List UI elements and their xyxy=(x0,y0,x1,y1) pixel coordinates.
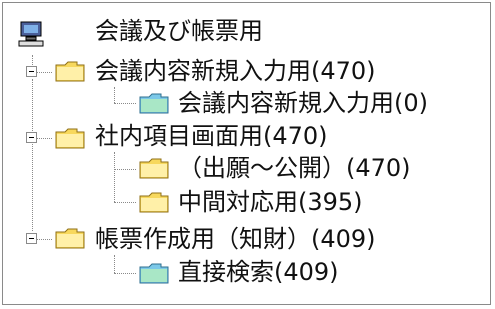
folder-special-icon xyxy=(139,261,169,285)
tree-child-4-label[interactable]: 直接検索(409) xyxy=(178,258,339,286)
collapse-toggle-node2[interactable] xyxy=(26,132,37,143)
tree-connector xyxy=(114,273,136,274)
tree-node-2-label[interactable]: 社内項目画面用(470) xyxy=(95,122,328,150)
tree-node-3-label[interactable]: 帳票作成用（知財）(409) xyxy=(95,225,376,253)
computer-icon xyxy=(17,20,45,48)
tree-child-1-label[interactable]: 会議内容新規入力用(0) xyxy=(178,89,428,117)
collapse-toggle-node1[interactable] xyxy=(26,66,37,77)
folder-icon xyxy=(55,59,85,83)
tree-connector xyxy=(37,72,52,73)
tree-root-label[interactable]: 会議及び帳票用 xyxy=(95,17,263,45)
tree-connector xyxy=(114,255,115,273)
tree-connector xyxy=(114,103,136,104)
tree-connector xyxy=(37,239,52,240)
folder-icon-graphic xyxy=(55,228,85,249)
collapse-toggle-node3[interactable] xyxy=(26,233,37,244)
computer-icon-graphic xyxy=(18,21,44,47)
tree-child-3-label[interactable]: 中間対応用(395) xyxy=(178,188,363,216)
folder-icon-graphic xyxy=(55,61,85,82)
folder-icon xyxy=(55,126,85,150)
tree-connector xyxy=(37,138,52,139)
folder-special-icon-graphic xyxy=(139,263,169,284)
tree-connector xyxy=(114,87,115,103)
folder-icon xyxy=(139,190,169,214)
folder-icon-graphic xyxy=(55,128,85,149)
tree-connector xyxy=(114,152,115,202)
folder-special-icon xyxy=(139,91,169,115)
folder-icon xyxy=(55,226,85,250)
folder-icon xyxy=(139,156,169,180)
tree-child-2-label[interactable]: （出願〜公開）(470) xyxy=(178,154,411,182)
tree-node-1-label[interactable]: 会議内容新規入力用(470) xyxy=(95,57,376,85)
tree-connector xyxy=(32,144,33,231)
tree-connector xyxy=(114,202,136,203)
folder-icon-graphic xyxy=(139,158,169,179)
tree-view-panel: 会議及び帳票用 会議内容新規入力用(470) 会議内容新規入力用(0) 社内項目… xyxy=(2,2,491,305)
tree-connector xyxy=(114,169,136,170)
folder-special-icon-graphic xyxy=(139,93,169,114)
folder-icon-graphic xyxy=(139,192,169,213)
tree-connector xyxy=(32,79,33,131)
